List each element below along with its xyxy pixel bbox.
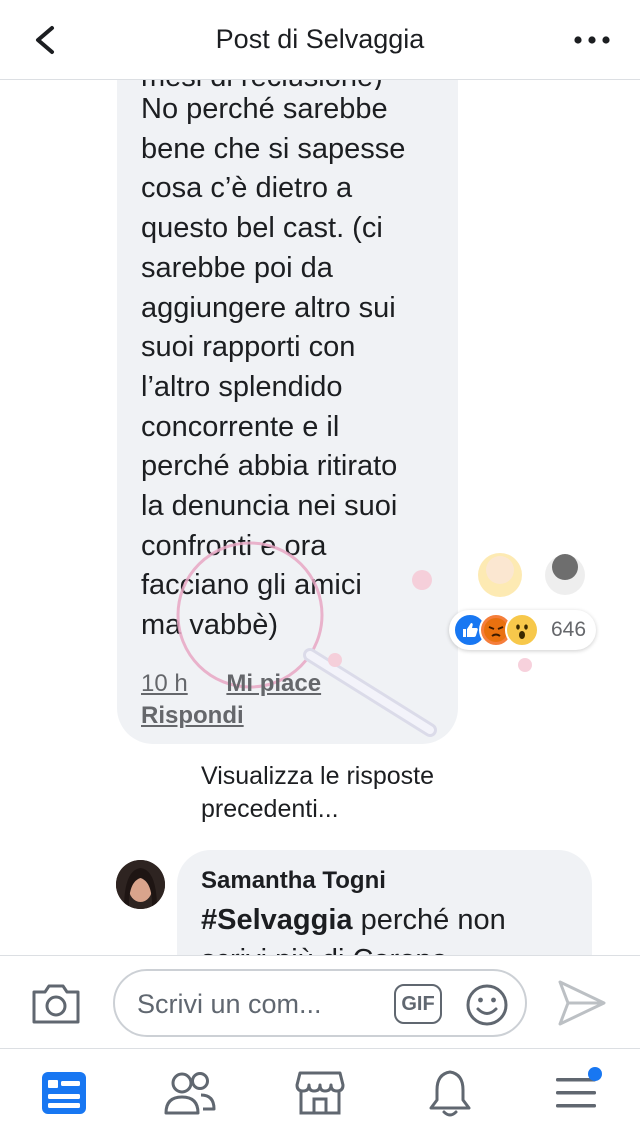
comments-area[interactable]: mesi di reclusione) No perché sarebbe be… [0, 80, 640, 955]
people-icon [164, 1072, 216, 1115]
reply-comment-line: scrivi più di Corona [201, 940, 581, 955]
hashtag-link[interactable]: #Selvaggia [201, 904, 353, 936]
reply-button[interactable]: Rispondi [141, 702, 244, 730]
tab-marketplace[interactable] [292, 1067, 348, 1119]
comment-input-wrapper: GIF [113, 969, 527, 1037]
camera-button[interactable] [30, 980, 82, 1026]
send-button[interactable] [556, 978, 608, 1028]
send-icon [558, 980, 606, 1026]
reply-comment-text: #Selvaggia perché non scrivi più di Coro… [201, 900, 581, 955]
comment-line: questo bel cast. (ci [141, 212, 383, 245]
smiley-icon [466, 984, 508, 1026]
camera-icon [32, 984, 80, 1024]
bottom-tab-bar [0, 1048, 640, 1136]
reply-comment-text-part: perché non [352, 904, 506, 936]
emoji-button[interactable] [465, 983, 509, 1027]
comment-line: No perché sarebbe [141, 93, 388, 125]
comment-line: cosa c’è dietro a [141, 172, 353, 205]
tab-news-feed[interactable] [36, 1067, 92, 1119]
wow-icon [505, 613, 539, 647]
comment-line: perché abbia ritirato [141, 450, 398, 483]
comment-line: la denuncia nei suoi [141, 490, 398, 523]
page-title: Post di Selvaggia [215, 24, 425, 54]
comment-line: aggiungere altro sui [141, 291, 396, 324]
gif-button[interactable]: GIF [394, 984, 442, 1024]
comment-time[interactable]: 10 h [141, 670, 188, 697]
bell-icon [429, 1070, 471, 1117]
comment-actions: 10 h Mi piace [141, 670, 321, 698]
more-options-button[interactable] [572, 24, 612, 56]
tab-notifications[interactable] [422, 1067, 478, 1119]
comment-input[interactable] [137, 985, 387, 1023]
tab-menu[interactable] [548, 1067, 604, 1119]
reply-comment-line: #Selvaggia perché non [201, 900, 581, 940]
notification-dot [588, 1067, 602, 1081]
reaction-count: 646 [551, 618, 587, 641]
avatar[interactable] [116, 860, 165, 909]
comment-line: bene che si sapesse [141, 132, 406, 165]
more-horizontal-icon [574, 36, 610, 44]
comment-composer: GIF [0, 955, 640, 1048]
top-bar: Post di Selvaggia [0, 0, 640, 80]
comment-line: sarebbe poi da [141, 251, 333, 284]
comment-line: mesi di reclusione) [141, 80, 461, 90]
tab-groups[interactable] [162, 1067, 218, 1119]
view-previous-replies-link[interactable]: Visualizza le risposte precedenti... [201, 760, 531, 826]
comment-line: concorrente e il [141, 410, 340, 443]
comment-line: suoi rapporti con [141, 331, 356, 364]
marketplace-icon [295, 1071, 345, 1115]
like-button[interactable]: Mi piace [226, 670, 321, 697]
news-feed-icon [42, 1072, 86, 1114]
comment-author[interactable]: Samantha Togni [201, 867, 386, 895]
reactions-summary[interactable]: 646 [449, 610, 597, 650]
app: Post di Selvaggia mesi di reclusione) No… [0, 0, 640, 1136]
comment-line: l’altro splendido [141, 370, 343, 403]
